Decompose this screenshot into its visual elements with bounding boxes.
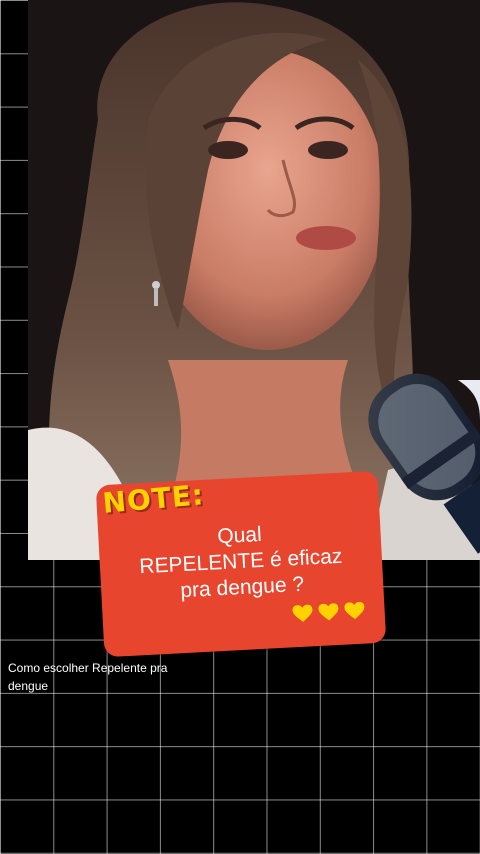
speaker-photo (28, 0, 480, 560)
speaker-illustration (28, 0, 480, 560)
heart-icon (318, 603, 339, 621)
note-card: NOTE: Qual REPELENTE é eficaz pra dengue… (95, 470, 387, 658)
heart-icon (292, 604, 313, 622)
video-caption: Como escolher Repelente pra dengue (8, 661, 168, 693)
hearts-row (292, 601, 365, 624)
video-frame[interactable]: NOTE: Qual REPELENTE é eficaz pra dengue… (0, 0, 480, 854)
heart-icon (344, 601, 365, 620)
